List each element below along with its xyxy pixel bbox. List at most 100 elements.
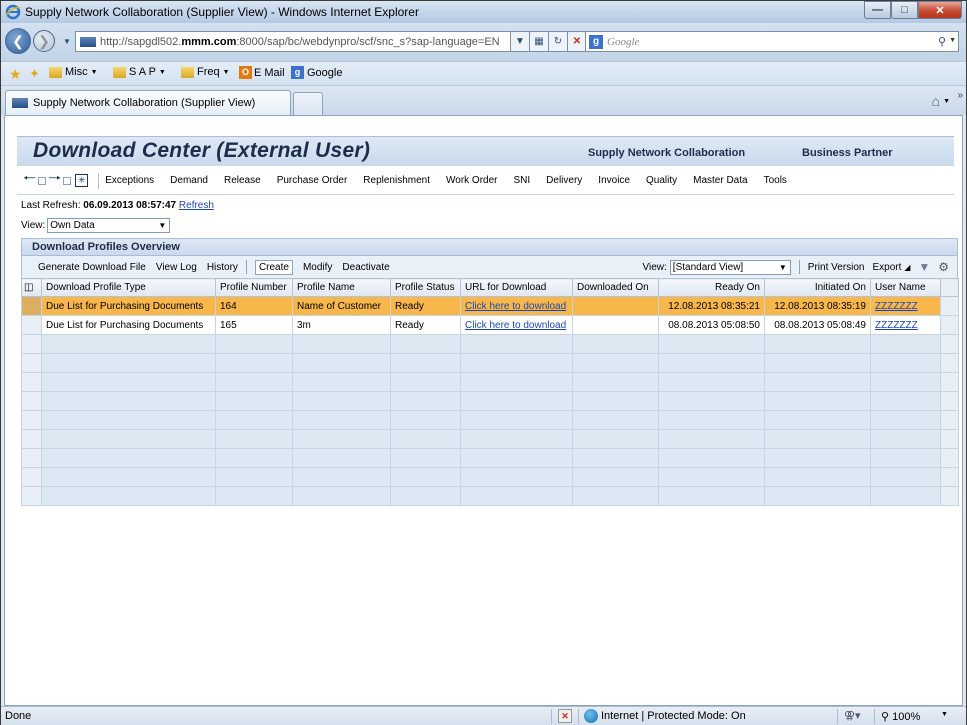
browser-tab[interactable]: Supply Network Collaboration (Supplier V… [5, 90, 291, 115]
history-button[interactable]: History [207, 262, 238, 273]
nav-master-data[interactable]: Master Data [693, 175, 747, 186]
refresh-icon[interactable]: ↻ [548, 31, 568, 52]
address-dropdown-icon[interactable]: ▼ [510, 31, 530, 52]
search-dropdown-icon[interactable]: ▼ [949, 37, 956, 44]
nav-release[interactable]: Release [224, 175, 261, 186]
zoom-dropdown-icon[interactable]: ▼ [941, 711, 948, 718]
col-header[interactable]: Profile Name [292, 278, 391, 297]
compatibility-icon[interactable]: ▦ [529, 31, 549, 52]
fav-google[interactable]: g Google [291, 66, 342, 79]
nav-invoice[interactable]: Invoice [598, 175, 630, 186]
scrollbar-track[interactable] [940, 467, 959, 487]
favorites-box-icon[interactable]: ✳ [75, 174, 89, 187]
back-button[interactable]: ❮ [5, 28, 31, 54]
nav-back-icon[interactable]: 🠐 [23, 168, 36, 193]
history-dropdown-icon[interactable]: ▼ [63, 37, 71, 46]
settings-icon[interactable]: ⚙ [938, 260, 949, 274]
row-selector[interactable] [21, 486, 42, 506]
download-link[interactable]: Click here to download [465, 301, 566, 312]
row-selector[interactable] [21, 315, 42, 335]
home-icon[interactable]: ⌂ [932, 93, 940, 109]
col-header[interactable]: Download Profile Type [41, 278, 216, 297]
zoom-level[interactable]: ⚲ 100% [881, 710, 920, 723]
nav-back-menu-icon[interactable] [38, 176, 47, 185]
fav-sap[interactable]: S A P ▼ [113, 66, 166, 78]
select-all-header[interactable]: ◫ [21, 278, 42, 297]
table-view-select[interactable]: [Standard View] ▼ [669, 259, 791, 275]
table-row[interactable]: Due List for Purchasing Documents 164 Name… [21, 296, 959, 316]
favorites-star-icon[interactable]: ★ [9, 66, 22, 83]
security-warning-icon[interactable]: ✕ [558, 709, 572, 723]
toolbar-overflow-icon[interactable]: » [957, 90, 963, 101]
nav-demand[interactable]: Demand [170, 175, 208, 186]
nav-sni[interactable]: SNI [514, 175, 531, 186]
forward-button[interactable]: ❯ [33, 30, 55, 52]
export-button[interactable]: Export ◢ [873, 262, 911, 273]
scrollbar-track[interactable] [940, 353, 959, 373]
col-header[interactable]: URL for Download [460, 278, 573, 297]
row-selector[interactable] [21, 448, 42, 468]
search-icon[interactable]: ⚲ [938, 35, 946, 48]
fav-freq[interactable]: Freq ▼ [181, 66, 230, 78]
user-name-link[interactable]: ZZZZZZZ [875, 320, 918, 331]
col-header[interactable]: User Name [870, 278, 941, 297]
nav-forward-icon[interactable]: 🠒 [48, 168, 61, 193]
col-header[interactable]: Downloaded On [572, 278, 659, 297]
maximize-button[interactable]: □ [891, 1, 918, 19]
stop-icon[interactable]: ✕ [567, 31, 587, 52]
nav-tools[interactable]: Tools [764, 175, 787, 186]
col-header[interactable]: Initiated On [764, 278, 871, 297]
add-favorites-icon[interactable]: ✦ [29, 66, 40, 82]
scrollbar-track[interactable] [940, 334, 959, 354]
deactivate-button[interactable]: Deactivate [342, 262, 389, 273]
row-selector[interactable] [21, 410, 42, 430]
fav-misc[interactable]: Misc ▼ [49, 66, 98, 78]
header-link-snc[interactable]: Supply Network Collaboration [588, 147, 745, 159]
table-row[interactable]: Due List for Purchasing Documents 165 3m Re… [21, 315, 959, 335]
row-selector[interactable] [21, 334, 42, 354]
nav-purchase-order[interactable]: Purchase Order [277, 175, 348, 186]
scrollbar-track[interactable] [940, 429, 959, 449]
scroll-down-button[interactable] [940, 486, 959, 506]
scrollbar-track[interactable] [940, 391, 959, 411]
scrollbar-track[interactable] [940, 372, 959, 392]
home-dropdown-icon[interactable]: ▼ [943, 98, 950, 105]
nav-delivery[interactable]: Delivery [546, 175, 582, 186]
protected-mode-icon[interactable]: ⚢▾ [844, 709, 861, 722]
header-link-business-partner[interactable]: Business Partner [802, 147, 892, 159]
row-selector[interactable] [21, 467, 42, 487]
modify-button[interactable]: Modify [303, 262, 332, 273]
print-version-button[interactable]: Print Version [808, 262, 865, 273]
close-button[interactable]: ✕ [918, 1, 962, 19]
row-selector[interactable] [21, 296, 42, 316]
row-selector[interactable] [21, 372, 42, 392]
fav-email[interactable]: OE Mail [239, 66, 285, 79]
row-selector[interactable] [21, 353, 42, 373]
address-bar[interactable]: http://sapgdl502. mmm.com:8000/sap/bc/web… [75, 31, 513, 52]
scrollbar-track[interactable] [940, 296, 959, 316]
nav-work-order[interactable]: Work Order [446, 175, 498, 186]
nav-replenishment[interactable]: Replenishment [363, 175, 430, 186]
search-box[interactable]: g Google ⚲ ▼ [585, 31, 959, 52]
generate-download-file-button[interactable]: Generate Download File [38, 262, 146, 273]
view-select[interactable]: Own Data ▼ [47, 218, 171, 233]
refresh-link[interactable]: Refresh [179, 200, 214, 211]
scrollbar-track[interactable] [940, 410, 959, 430]
view-log-button[interactable]: View Log [156, 262, 197, 273]
row-selector[interactable] [21, 391, 42, 411]
download-link[interactable]: Click here to download [465, 320, 566, 331]
user-name-link[interactable]: ZZZZZZZ [875, 301, 918, 312]
minimize-button[interactable]: — [864, 1, 891, 19]
nav-exceptions[interactable]: Exceptions [105, 175, 154, 186]
col-header[interactable]: Profile Number [215, 278, 293, 297]
row-selector[interactable] [21, 429, 42, 449]
nav-quality[interactable]: Quality [646, 175, 677, 186]
create-button[interactable]: Create [254, 259, 293, 275]
col-header[interactable]: Profile Status [390, 278, 461, 297]
nav-forward-menu-icon[interactable] [63, 176, 72, 185]
scroll-up-button[interactable] [940, 278, 959, 297]
filter-icon[interactable]: ▼ [918, 260, 930, 274]
scrollbar-track[interactable] [940, 315, 959, 335]
scrollbar-track[interactable] [940, 448, 959, 468]
new-tab-button[interactable] [293, 92, 323, 115]
